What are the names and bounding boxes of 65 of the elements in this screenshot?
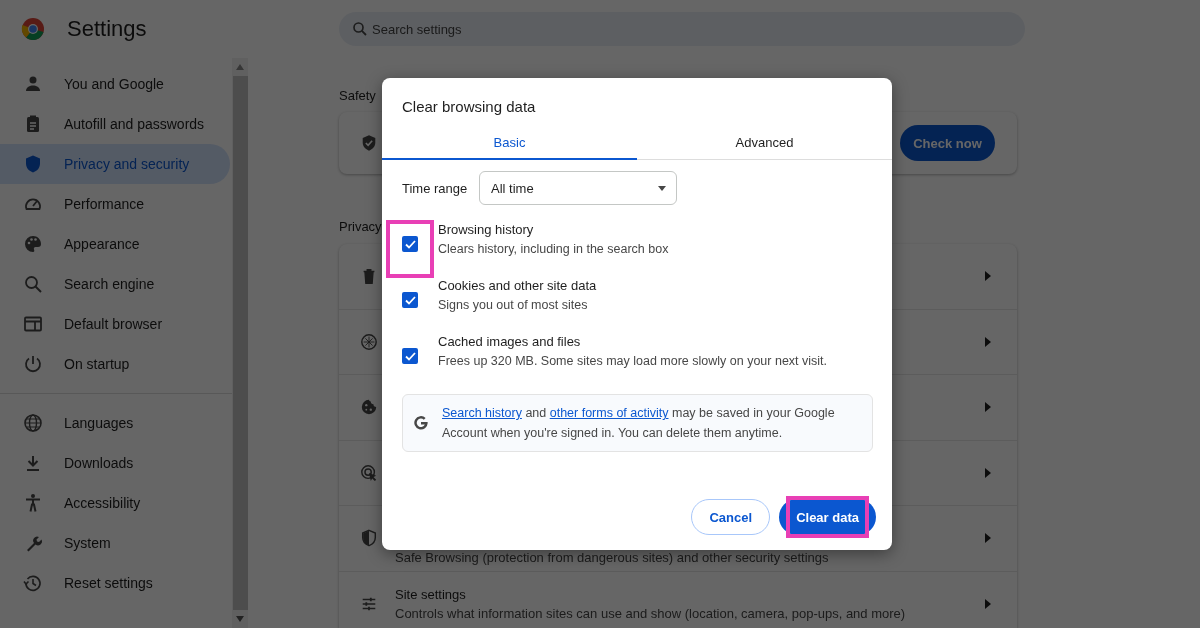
- globe-icon: [23, 413, 43, 433]
- section-heading: Safety: [339, 87, 376, 103]
- scroll-up-icon: [236, 64, 244, 70]
- cancel-button[interactable]: Cancel: [691, 499, 771, 535]
- link[interactable]: other forms of activity: [549, 406, 669, 420]
- option-label: Cookies and other site data: [438, 278, 597, 293]
- shield-icon: [23, 154, 43, 174]
- scroll-down-icon: [236, 616, 244, 622]
- arrow-right-icon: [985, 467, 991, 478]
- sidebar-item[interactable]: Autofill and passwords: [0, 104, 230, 144]
- arrow-right-icon: [985, 271, 991, 282]
- cookie-icon: [360, 398, 378, 417]
- option-description: Signs you out of most sites: [438, 298, 589, 312]
- power-icon: [23, 354, 43, 374]
- shield-icon: [360, 529, 378, 548]
- row-subtitle: Safe Browsing (protection from dangerous sites) and other security settings: [395, 549, 829, 565]
- history-icon: [23, 573, 43, 593]
- scrollbar[interactable]: [232, 58, 248, 628]
- browser-window-icon: [23, 314, 43, 334]
- sidebar-item[interactable]: On startup: [0, 344, 230, 384]
- sidebar-item[interactable]: Search engine: [0, 264, 230, 304]
- arrow-right-icon: [985, 402, 991, 413]
- sidebar-item[interactable]: You and Google: [0, 64, 230, 104]
- checkbox[interactable]: [402, 236, 418, 252]
- row-subtitle: Controls what information sites can use and show (location, camera, pop-ups, and more): [395, 605, 906, 621]
- sidebar-item[interactable]: Languages: [0, 403, 230, 443]
- time-range-dropdown[interactable]: All time: [479, 171, 677, 205]
- caret-icon: [658, 185, 666, 191]
- arrow-right-icon: [985, 533, 991, 544]
- browser-logo: [21, 17, 45, 41]
- checkbox[interactable]: [402, 348, 418, 364]
- sidebar-item[interactable]: Appearance: [0, 224, 230, 264]
- check-now-button[interactable]: Check now: [900, 125, 995, 161]
- search-field[interactable]: Search settings: [339, 12, 1025, 46]
- notice-text: Search history and other forms of activity may be saved in your Google Account when you're signed in. You can delete them anytime.: [442, 405, 836, 442]
- field-label: Time range: [402, 180, 469, 196]
- shield-check-icon: [360, 134, 378, 152]
- sidebar-item[interactable]: Accessibility: [0, 483, 230, 523]
- link[interactable]: Search history: [442, 406, 522, 420]
- sidebar-item[interactable]: Performance: [0, 184, 230, 224]
- option-description: Clears history, including in the search box: [438, 242, 669, 256]
- sidebar-item[interactable]: Reset settings: [0, 563, 230, 603]
- arrow-right-icon: [985, 598, 991, 609]
- checkbox[interactable]: [402, 292, 418, 308]
- palette-icon: [23, 234, 43, 254]
- sidebar-item[interactable]: Default browser: [0, 304, 230, 344]
- section-heading: Privacy: [339, 218, 382, 234]
- google-g-icon: [413, 415, 429, 431]
- row-title: Site settings: [395, 586, 467, 602]
- cursor-target-icon: [360, 463, 378, 482]
- arrow-right-icon: [985, 336, 991, 347]
- accessibility-icon: [23, 493, 43, 513]
- page-title: Settings: [67, 16, 148, 42]
- tab[interactable]: Advanced: [637, 126, 892, 160]
- compass-icon: [360, 332, 378, 351]
- option-label: Browsing history: [438, 222, 535, 237]
- person-icon: [23, 74, 43, 94]
- search-icon: [23, 274, 43, 294]
- option-description: Frees up 320 MB. Some sites may load more slowly on your next visit.: [438, 354, 828, 368]
- dialog-title: Clear browsing data: [402, 98, 537, 117]
- sidebar-item[interactable]: System: [0, 523, 230, 563]
- sidebar-item[interactable]: Privacy and security: [0, 144, 230, 184]
- sidebar-item[interactable]: Downloads: [0, 443, 230, 483]
- tab[interactable]: Basic: [382, 126, 637, 160]
- option-label: Cached images and files: [438, 334, 582, 349]
